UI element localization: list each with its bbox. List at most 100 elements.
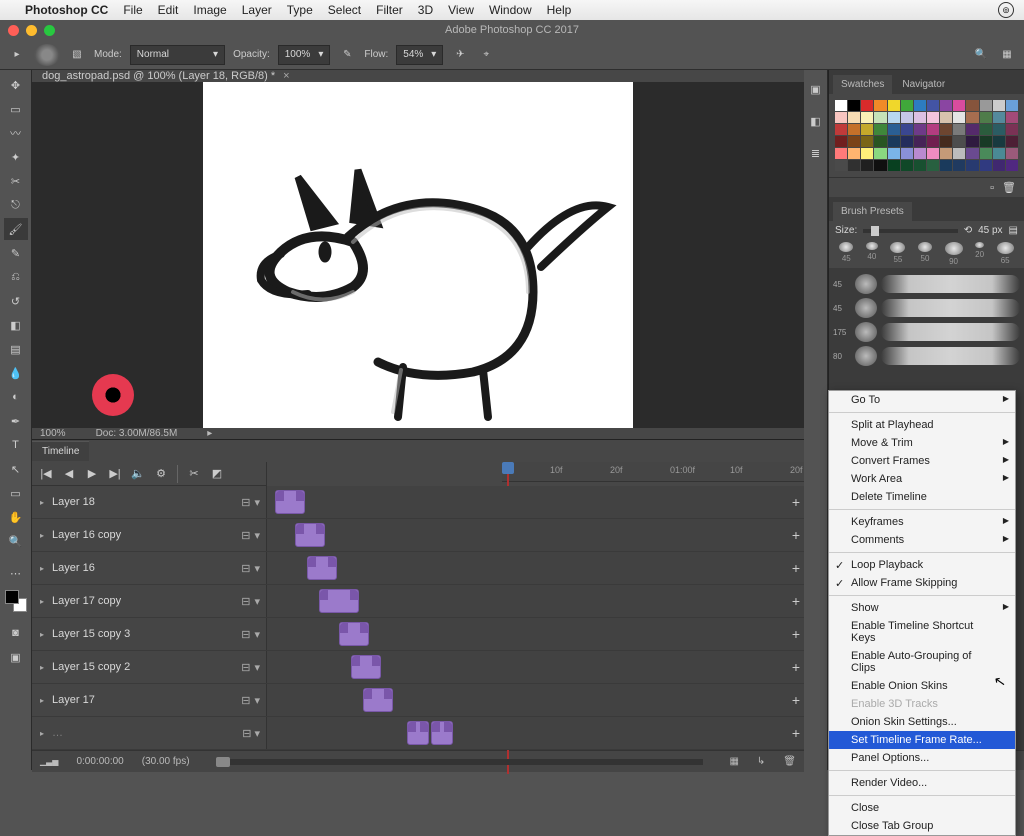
- swatch[interactable]: [966, 160, 978, 171]
- preset-menu-icon[interactable]: ▤: [1009, 225, 1018, 236]
- swatch[interactable]: [993, 100, 1005, 111]
- menu-item-go-to[interactable]: Go To: [829, 391, 1015, 409]
- brush-preset-thumb[interactable]: 20: [975, 242, 984, 266]
- swatch[interactable]: [927, 148, 939, 159]
- track-lane[interactable]: +: [267, 486, 804, 518]
- swatch[interactable]: [848, 136, 860, 147]
- add-media-button[interactable]: +: [792, 626, 800, 642]
- menu-item-split-at-playhead[interactable]: Split at Playhead: [829, 416, 1015, 434]
- menu-filter[interactable]: Filter: [376, 3, 403, 17]
- brush-preset-thumb[interactable]: 55: [890, 242, 905, 266]
- menu-edit[interactable]: Edit: [158, 3, 179, 17]
- go-to-first-frame-button[interactable]: |◀: [36, 465, 56, 483]
- blend-mode-select[interactable]: Normal▾: [130, 45, 225, 65]
- swatch[interactable]: [861, 100, 873, 111]
- swatch[interactable]: [874, 148, 886, 159]
- timeline-clip[interactable]: [275, 490, 305, 514]
- swatch[interactable]: [874, 112, 886, 123]
- dodge-tool[interactable]: ◐: [4, 386, 28, 408]
- blur-tool[interactable]: 💧: [4, 362, 28, 384]
- track-header[interactable]: ▸ Layer 17 copy ⊟ ▾: [32, 585, 267, 617]
- add-media-button[interactable]: +: [792, 527, 800, 543]
- clone-stamp-tool[interactable]: ⎌: [4, 266, 28, 288]
- track-header[interactable]: ▸ Layer 16 ⊟ ▾: [32, 552, 267, 584]
- zoom-slider[interactable]: [216, 757, 230, 767]
- track-options-icon[interactable]: ⊟: [241, 562, 250, 575]
- shape-tool[interactable]: ▭: [4, 482, 28, 504]
- document-tab[interactable]: dog_astropad.psd @ 100% (Layer 18, RGB/8…: [32, 70, 804, 82]
- swatch[interactable]: [993, 136, 1005, 147]
- swatch[interactable]: [966, 100, 978, 111]
- swatch[interactable]: [848, 160, 860, 171]
- timeline-clip[interactable]: [363, 688, 393, 712]
- swatch[interactable]: [980, 112, 992, 123]
- gradient-tool[interactable]: ▤: [4, 338, 28, 360]
- transition-button[interactable]: ◩: [207, 465, 227, 483]
- menu-item-loop-playback[interactable]: Loop Playback: [829, 556, 1015, 574]
- swatch[interactable]: [888, 136, 900, 147]
- timeline-clip[interactable]: [307, 556, 337, 580]
- swatch[interactable]: [1006, 136, 1018, 147]
- track-header[interactable]: ▸ Layer 16 copy ⊟ ▾: [32, 519, 267, 551]
- lasso-tool[interactable]: 〰: [4, 122, 28, 144]
- swatch[interactable]: [901, 136, 913, 147]
- render-icon[interactable]: ↳: [757, 756, 765, 767]
- menu-item-enable-timeline-shortcut-keys[interactable]: Enable Timeline Shortcut Keys: [829, 617, 1015, 647]
- swatch[interactable]: [861, 136, 873, 147]
- pencil-tool[interactable]: ✎: [4, 242, 28, 264]
- swatch[interactable]: [966, 112, 978, 123]
- menu-select[interactable]: Select: [328, 3, 361, 17]
- menu-type[interactable]: Type: [287, 3, 313, 17]
- brush-list-item[interactable]: 175: [829, 320, 1024, 344]
- brush-size-slider[interactable]: [863, 229, 957, 233]
- brush-list-item[interactable]: 45: [829, 296, 1024, 320]
- track-options-icon[interactable]: ⊟: [241, 628, 250, 641]
- swatch[interactable]: [953, 124, 965, 135]
- brush-preset-thumb[interactable]: 65: [997, 242, 1014, 266]
- add-media-button[interactable]: +: [792, 593, 800, 609]
- next-frame-button[interactable]: ▶|: [105, 465, 125, 483]
- swatch[interactable]: [861, 112, 873, 123]
- swatch[interactable]: [835, 160, 847, 171]
- track-lane[interactable]: +: [267, 585, 804, 617]
- menu-window[interactable]: Window: [489, 3, 532, 17]
- track-header[interactable]: ▸ Layer 17 ⊟ ▾: [32, 684, 267, 716]
- swatch[interactable]: [888, 148, 900, 159]
- swatch[interactable]: [940, 112, 952, 123]
- maximize-window-button[interactable]: [44, 25, 55, 36]
- brush-preview-icon[interactable]: [34, 44, 60, 66]
- track-options-icon[interactable]: ⊟: [241, 496, 250, 509]
- menu-item-panel-options[interactable]: Panel Options...: [829, 749, 1015, 767]
- swatch[interactable]: [953, 148, 965, 159]
- swatch[interactable]: [1006, 112, 1018, 123]
- swatch[interactable]: [1006, 100, 1018, 111]
- opacity-input[interactable]: 100%▾: [278, 45, 331, 65]
- menu-item-enable-auto-grouping-of-clips[interactable]: Enable Auto-Grouping of Clips: [829, 647, 1015, 677]
- swatch[interactable]: [848, 112, 860, 123]
- timeline-context-menu[interactable]: Go ToSplit at PlayheadMove & TrimConvert…: [828, 390, 1016, 836]
- playhead[interactable]: [502, 462, 514, 474]
- swatch[interactable]: [861, 160, 873, 171]
- swatch[interactable]: [888, 100, 900, 111]
- swatch[interactable]: [901, 160, 913, 171]
- menu-item-work-area[interactable]: Work Area: [829, 470, 1015, 488]
- pen-tool[interactable]: ✒: [4, 410, 28, 432]
- canvas[interactable]: [203, 82, 633, 428]
- swatch[interactable]: [993, 124, 1005, 135]
- swatch[interactable]: [835, 100, 847, 111]
- track-lane[interactable]: +: [267, 651, 804, 683]
- brush-tool[interactable]: 🖌: [4, 218, 28, 240]
- swatch[interactable]: [953, 112, 965, 123]
- swatch[interactable]: [1006, 148, 1018, 159]
- swatch[interactable]: [927, 112, 939, 123]
- app-name[interactable]: Photoshop CC: [25, 3, 108, 17]
- new-swatch-icon[interactable]: ▫: [990, 182, 994, 194]
- menu-layer[interactable]: Layer: [242, 3, 272, 17]
- menu-3d[interactable]: 3D: [418, 3, 433, 17]
- edit-toolbar-icon[interactable]: ⋯: [4, 562, 28, 584]
- swatch[interactable]: [927, 160, 939, 171]
- swatch[interactable]: [993, 148, 1005, 159]
- menu-image[interactable]: Image: [193, 3, 226, 17]
- swatch[interactable]: [835, 136, 847, 147]
- menu-item-onion-skin-settings[interactable]: Onion Skin Settings...: [829, 713, 1015, 731]
